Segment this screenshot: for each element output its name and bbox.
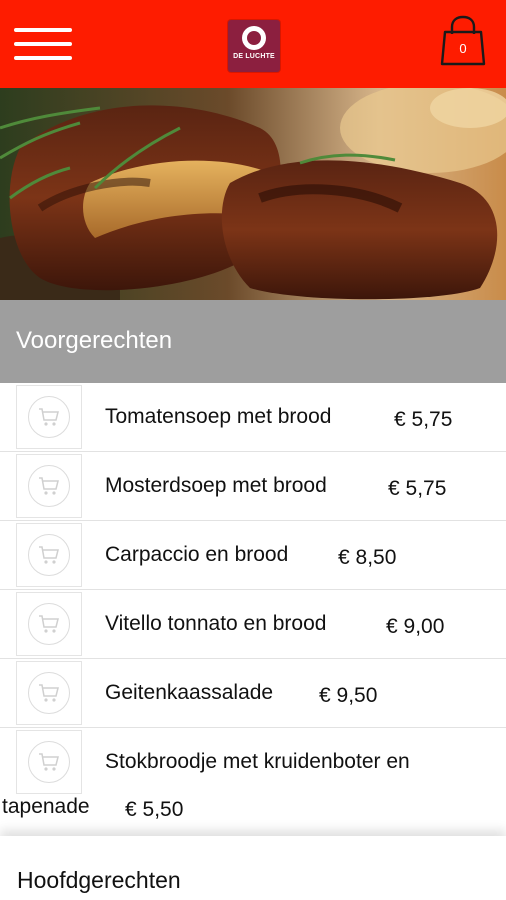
list-item[interactable]: Vitello tonnato en brood € 9,00 bbox=[0, 590, 506, 659]
list-item[interactable]: Geitenkaassalade € 9,50 bbox=[0, 659, 506, 728]
item-name: Tomatensoep met brood bbox=[105, 405, 332, 428]
list-item[interactable]: Stokbroodje met kruidenboter en tapenade… bbox=[0, 728, 506, 839]
item-name: Vitello tonnato en brood bbox=[105, 612, 327, 635]
add-to-cart-button[interactable] bbox=[16, 523, 82, 587]
add-to-cart-button[interactable] bbox=[16, 454, 82, 518]
cart-icon bbox=[39, 615, 59, 633]
add-to-cart-button[interactable] bbox=[16, 592, 82, 656]
cart-icon bbox=[39, 684, 59, 702]
item-price: € 5,75 bbox=[388, 477, 447, 500]
section-header-hoofdgerechten[interactable]: Hoofdgerechten bbox=[0, 836, 506, 900]
menu-list: Tomatensoep met brood € 5,75 Mosterdsoep… bbox=[0, 383, 506, 839]
item-name: Geitenkaassalade bbox=[105, 681, 274, 704]
cart-icon bbox=[39, 477, 59, 495]
add-to-cart-button[interactable] bbox=[16, 385, 82, 449]
restaurant-logo[interactable]: DE LUCHTE bbox=[228, 20, 280, 72]
cart-icon bbox=[39, 753, 59, 771]
list-item[interactable]: Mosterdsoep met brood € 5,75 bbox=[0, 452, 506, 521]
top-bar: DE LUCHTE 0 bbox=[0, 0, 506, 88]
list-item[interactable]: Carpaccio en brood € 8,50 bbox=[0, 521, 506, 590]
item-name: Carpaccio en brood bbox=[105, 543, 289, 566]
section-title: Voorgerechten bbox=[16, 327, 173, 354]
cart-button[interactable]: 0 bbox=[440, 14, 486, 68]
hero-image bbox=[0, 88, 506, 300]
add-to-cart-button[interactable] bbox=[16, 661, 82, 725]
item-name: Mosterdsoep met brood bbox=[105, 474, 327, 497]
item-name: Stokbroodje met kruidenboter en bbox=[105, 750, 410, 773]
cart-icon bbox=[39, 408, 59, 426]
item-price: € 5,50 bbox=[125, 798, 184, 821]
menu-line bbox=[14, 56, 72, 60]
item-price: € 5,75 bbox=[394, 408, 453, 431]
logo-emblem-icon bbox=[242, 26, 266, 50]
item-name-continued: tapenade bbox=[2, 795, 90, 818]
item-price: € 8,50 bbox=[338, 546, 397, 569]
hamburger-menu-icon[interactable] bbox=[14, 24, 72, 64]
cart-count-badge: 0 bbox=[459, 41, 467, 56]
add-to-cart-button[interactable] bbox=[16, 730, 82, 794]
cart-icon bbox=[39, 546, 59, 564]
logo-wordmark: DE LUCHTE bbox=[233, 53, 275, 60]
section-header-voorgerechten[interactable]: Voorgerechten bbox=[0, 300, 506, 383]
item-price: € 9,00 bbox=[386, 615, 445, 638]
menu-line bbox=[14, 28, 72, 32]
list-item[interactable]: Tomatensoep met brood € 5,75 bbox=[0, 383, 506, 452]
item-price: € 9,50 bbox=[319, 684, 378, 707]
menu-line bbox=[14, 42, 72, 46]
section-title: Hoofdgerechten bbox=[17, 867, 181, 893]
